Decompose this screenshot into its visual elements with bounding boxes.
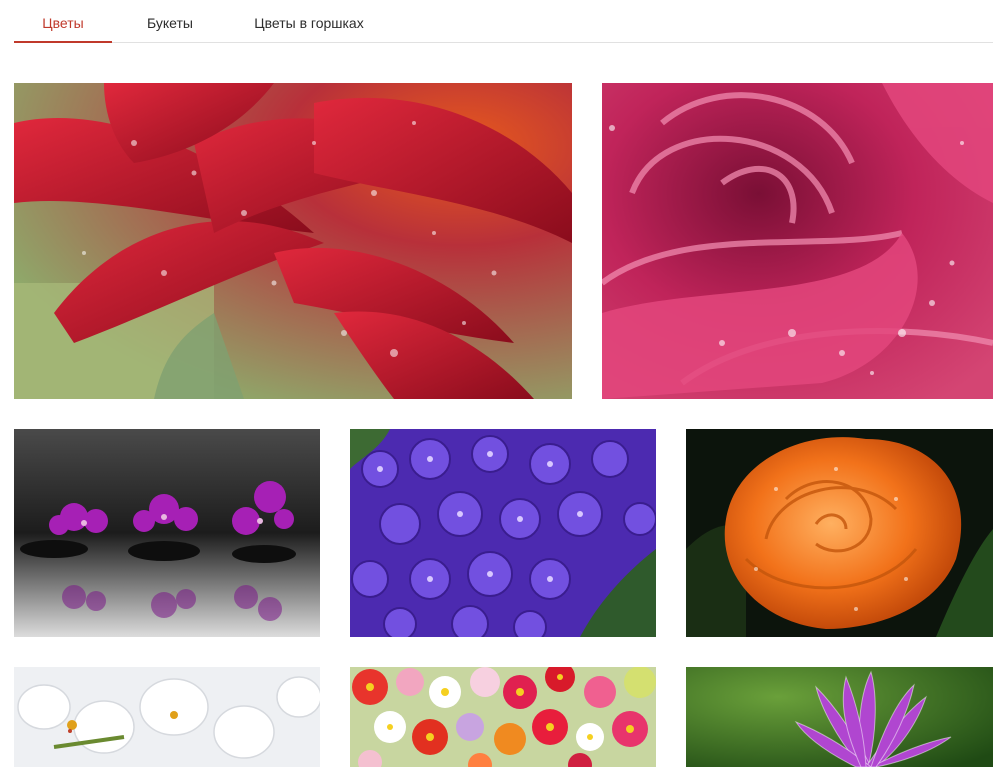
category-tabs: Цветы Букеты Цветы в горшках	[14, 0, 993, 43]
tab-bouquets[interactable]: Букеты	[122, 0, 218, 43]
lilac-image	[350, 429, 656, 637]
photo-purple-daisy[interactable]	[686, 667, 993, 767]
photo-lilac[interactable]	[350, 429, 656, 637]
mixed-gerberas-image	[350, 667, 656, 767]
pink-rose-image	[602, 83, 993, 399]
photo-purple-orchids[interactable]	[14, 429, 320, 637]
photo-red-gerbera[interactable]	[14, 83, 572, 399]
tab-potted-flowers[interactable]: Цветы в горшках	[236, 0, 382, 43]
red-gerbera-image	[14, 83, 572, 399]
photo-white-orchids[interactable]	[14, 667, 320, 767]
photo-orange-rose[interactable]	[686, 429, 993, 637]
white-orchids-image	[14, 667, 320, 767]
tab-flowers[interactable]: Цветы	[14, 0, 112, 43]
photo-pink-rose[interactable]	[602, 83, 993, 399]
purple-daisy-image	[686, 667, 993, 767]
orange-rose-image	[686, 429, 993, 637]
photo-mixed-gerberas[interactable]	[350, 667, 656, 767]
purple-orchids-image	[14, 429, 320, 637]
